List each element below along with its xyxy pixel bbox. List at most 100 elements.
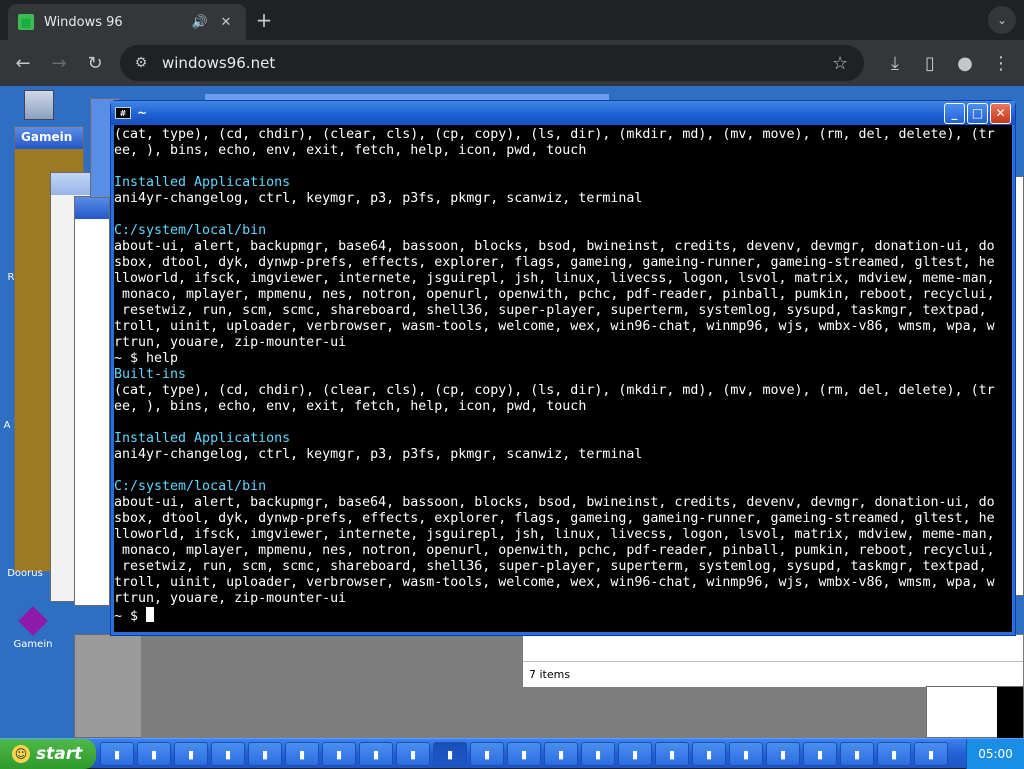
terminal-output[interactable]: (cat, type), (cd, chdir), (clear, cls), … <box>114 125 1012 632</box>
side-panel-icon[interactable]: ▯ <box>915 48 945 78</box>
terminal-heading: Built-ins <box>114 367 187 382</box>
terminal-line: (cat, type), (cd, chdir), (clear, cls), … <box>114 127 995 142</box>
tab-title: Windows 96 <box>44 14 123 30</box>
terminal-heading: Installed Applications <box>114 175 291 190</box>
taskbar-task-button[interactable]: ▮ <box>729 742 763 766</box>
terminal-line: (cat, type), (cd, chdir), (clear, cls), … <box>114 383 995 398</box>
terminal-line: resetwiz, run, scm, scmc, shareboard, sh… <box>114 303 987 318</box>
terminal-heading: Installed Applications <box>114 431 291 446</box>
address-bar[interactable]: ⚙ windows96.net ☆ <box>120 45 864 81</box>
terminal-line: about-ui, alert, backupmgr, base64, bass… <box>114 495 995 510</box>
taskbar-task-button[interactable]: ▮ <box>507 742 541 766</box>
taskbar-task-button[interactable]: ▮ <box>285 742 319 766</box>
back-icon[interactable]: ← <box>8 48 38 78</box>
terminal-line: monaco, mplayer, mpmenu, nes, notron, op… <box>114 543 995 558</box>
clock[interactable]: 05:00 <box>978 747 1013 761</box>
taskbar-task-button[interactable]: ▮ <box>211 742 245 766</box>
terminal-line: rtrun, youare, zip-mounter-ui <box>114 335 347 350</box>
taskbar-task-button[interactable]: ▮ <box>840 742 874 766</box>
bookmark-star-icon[interactable]: ☆ <box>832 53 856 74</box>
browser-tab-strip: ▦ Windows 96 🔊 ✕ + ⌄ <box>0 0 1024 40</box>
reload-icon[interactable]: ↻ <box>80 48 110 78</box>
background-window-5[interactable] <box>926 686 1024 738</box>
terminal-line: sbox, dtool, dyk, dynwp-prefs, effects, … <box>114 511 995 526</box>
desktop-icon-gamein[interactable]: Gamein <box>8 606 58 650</box>
taskbar-task-button[interactable]: ▮ <box>877 742 911 766</box>
terminal-title: ~ <box>137 106 148 120</box>
taskbar-task-button[interactable]: ▮ <box>766 742 800 766</box>
purple-cube-icon <box>18 606 48 636</box>
site-info-icon[interactable]: ⚙ <box>132 54 150 72</box>
taskbar-task-button[interactable]: ▮ <box>396 742 430 766</box>
taskbar-task-button[interactable]: ▮ <box>174 742 208 766</box>
terminal-line: sbox, dtool, dyk, dynwp-prefs, effects, … <box>114 255 995 270</box>
taskbar-task-button[interactable]: ▮ <box>914 742 948 766</box>
url-text[interactable]: windows96.net <box>162 54 832 72</box>
taskbar-task-button[interactable]: ▮ <box>803 742 837 766</box>
taskbar-task-button[interactable]: ▮ <box>581 742 615 766</box>
background-window-2[interactable] <box>74 196 110 606</box>
terminal-line: ~ $ help <box>114 351 179 366</box>
menu-icon[interactable]: ⋮ <box>986 48 1016 78</box>
taskbar-task-button[interactable]: ▮ <box>100 742 134 766</box>
desktop-icon-label: Gamein <box>13 639 53 650</box>
minimize-button[interactable]: _ <box>944 102 965 124</box>
tab-search-button[interactable]: ⌄ <box>988 6 1016 34</box>
terminal-line: troll, uinit, uploader, verbrowser, wasm… <box>114 319 995 334</box>
taskbar-task-button[interactable]: ▮ <box>655 742 689 766</box>
taskbar-tasks: ▮ ▮ ▮ ▮ ▮ ▮ ▮ ▮ ▮ ▮ ▮ ▮ ▮ ▮ ▮ ▮ ▮ ▮ ▮ ▮ ▮ ▮ ▮ <box>100 742 951 766</box>
terminal-titlebar[interactable]: # ~ _ □ ✕ <box>111 101 1015 125</box>
desktop-icon-doorus[interactable]: Doorus <box>0 568 50 579</box>
terminal-prompt-line[interactable]: ~ $ <box>114 607 1012 624</box>
taskbar-task-button[interactable]: ▮ <box>359 742 393 766</box>
explorer-window-front[interactable]: 7 items <box>522 634 1024 688</box>
start-button[interactable]: ☺ start <box>0 739 96 769</box>
explorer-status-bar: 7 items <box>523 661 1023 687</box>
taskbar-task-button[interactable]: ▮ <box>692 742 726 766</box>
profile-icon[interactable]: ● <box>950 48 980 78</box>
taskbar-task-button[interactable]: ▮ <box>618 742 652 766</box>
download-icon[interactable]: ⤓ <box>880 48 910 78</box>
gamein-window-title: Gamein <box>15 127 83 149</box>
start-label: start <box>36 744 83 764</box>
taskbar-task-button[interactable]: ▮ <box>248 742 282 766</box>
speaker-icon[interactable]: 🔊 <box>190 12 210 32</box>
terminal-line: monaco, mplayer, mpmenu, nes, notron, op… <box>114 287 995 302</box>
terminal-line: about-ui, alert, backupmgr, base64, bass… <box>114 239 995 254</box>
terminal-cursor <box>146 607 155 622</box>
smiley-icon: ☺ <box>12 745 30 763</box>
desktop-icon-computer[interactable] <box>14 90 64 123</box>
background-window-5-dark <box>997 687 1023 738</box>
forward-icon[interactable]: → <box>44 48 74 78</box>
maximize-button[interactable]: □ <box>967 102 988 124</box>
close-tab-icon[interactable]: ✕ <box>216 12 236 32</box>
close-button[interactable]: ✕ <box>990 102 1011 124</box>
terminal-heading: C:/system/local/bin <box>114 479 267 494</box>
new-tab-button[interactable]: + <box>254 8 274 32</box>
terminal-line: ee, ), bins, echo, env, exit, fetch, hel… <box>114 143 587 158</box>
terminal-line: lloworld, ifsck, imgviewer, internete, j… <box>114 271 995 286</box>
terminal-icon: # <box>115 107 131 119</box>
background-window-2-titlebar <box>75 197 109 219</box>
browser-tab[interactable]: ▦ Windows 96 🔊 ✕ <box>8 4 246 40</box>
taskbar-task-button[interactable]: ▮ <box>544 742 578 766</box>
taskbar-task-button[interactable]: ▮ <box>137 742 171 766</box>
terminal-line: lloworld, ifsck, imgviewer, internete, j… <box>114 527 995 542</box>
explorer-status-text: 7 items <box>529 668 571 681</box>
terminal-line: resetwiz, run, scm, scmc, shareboard, sh… <box>114 559 987 574</box>
taskbar: ☺ start ▮ ▮ ▮ ▮ ▮ ▮ ▮ ▮ ▮ ▮ ▮ ▮ ▮ ▮ ▮ ▮ ▮ ▮ ▮ ▮ ▮ ▮ ▮ 05:00 <box>0 738 1024 769</box>
taskbar-task-button[interactable]: ▮ <box>433 742 467 766</box>
taskbar-task-button[interactable]: ▮ <box>470 742 504 766</box>
win96-desktop: D R A Gamein Gamein Doorus 7 items <box>0 86 1024 738</box>
terminal-line: ani4yr-changelog, ctrl, keymgr, p3, p3fs… <box>114 447 643 462</box>
windows96-favicon-icon: ▦ <box>18 14 34 30</box>
taskbar-task-button[interactable]: ▮ <box>322 742 356 766</box>
browser-toolbar: ← → ↻ ⚙ windows96.net ☆ ⤓ ▯ ● ⋮ <box>0 40 1024 86</box>
terminal-line: troll, uinit, uploader, verbrowser, wasm… <box>114 575 995 590</box>
desktop-icon-label: Doorus <box>7 568 43 579</box>
terminal-window[interactable]: # ~ _ □ ✕ (cat, type), (cd, chdir), (cle… <box>110 100 1016 636</box>
system-tray: 05:00 <box>966 739 1024 769</box>
